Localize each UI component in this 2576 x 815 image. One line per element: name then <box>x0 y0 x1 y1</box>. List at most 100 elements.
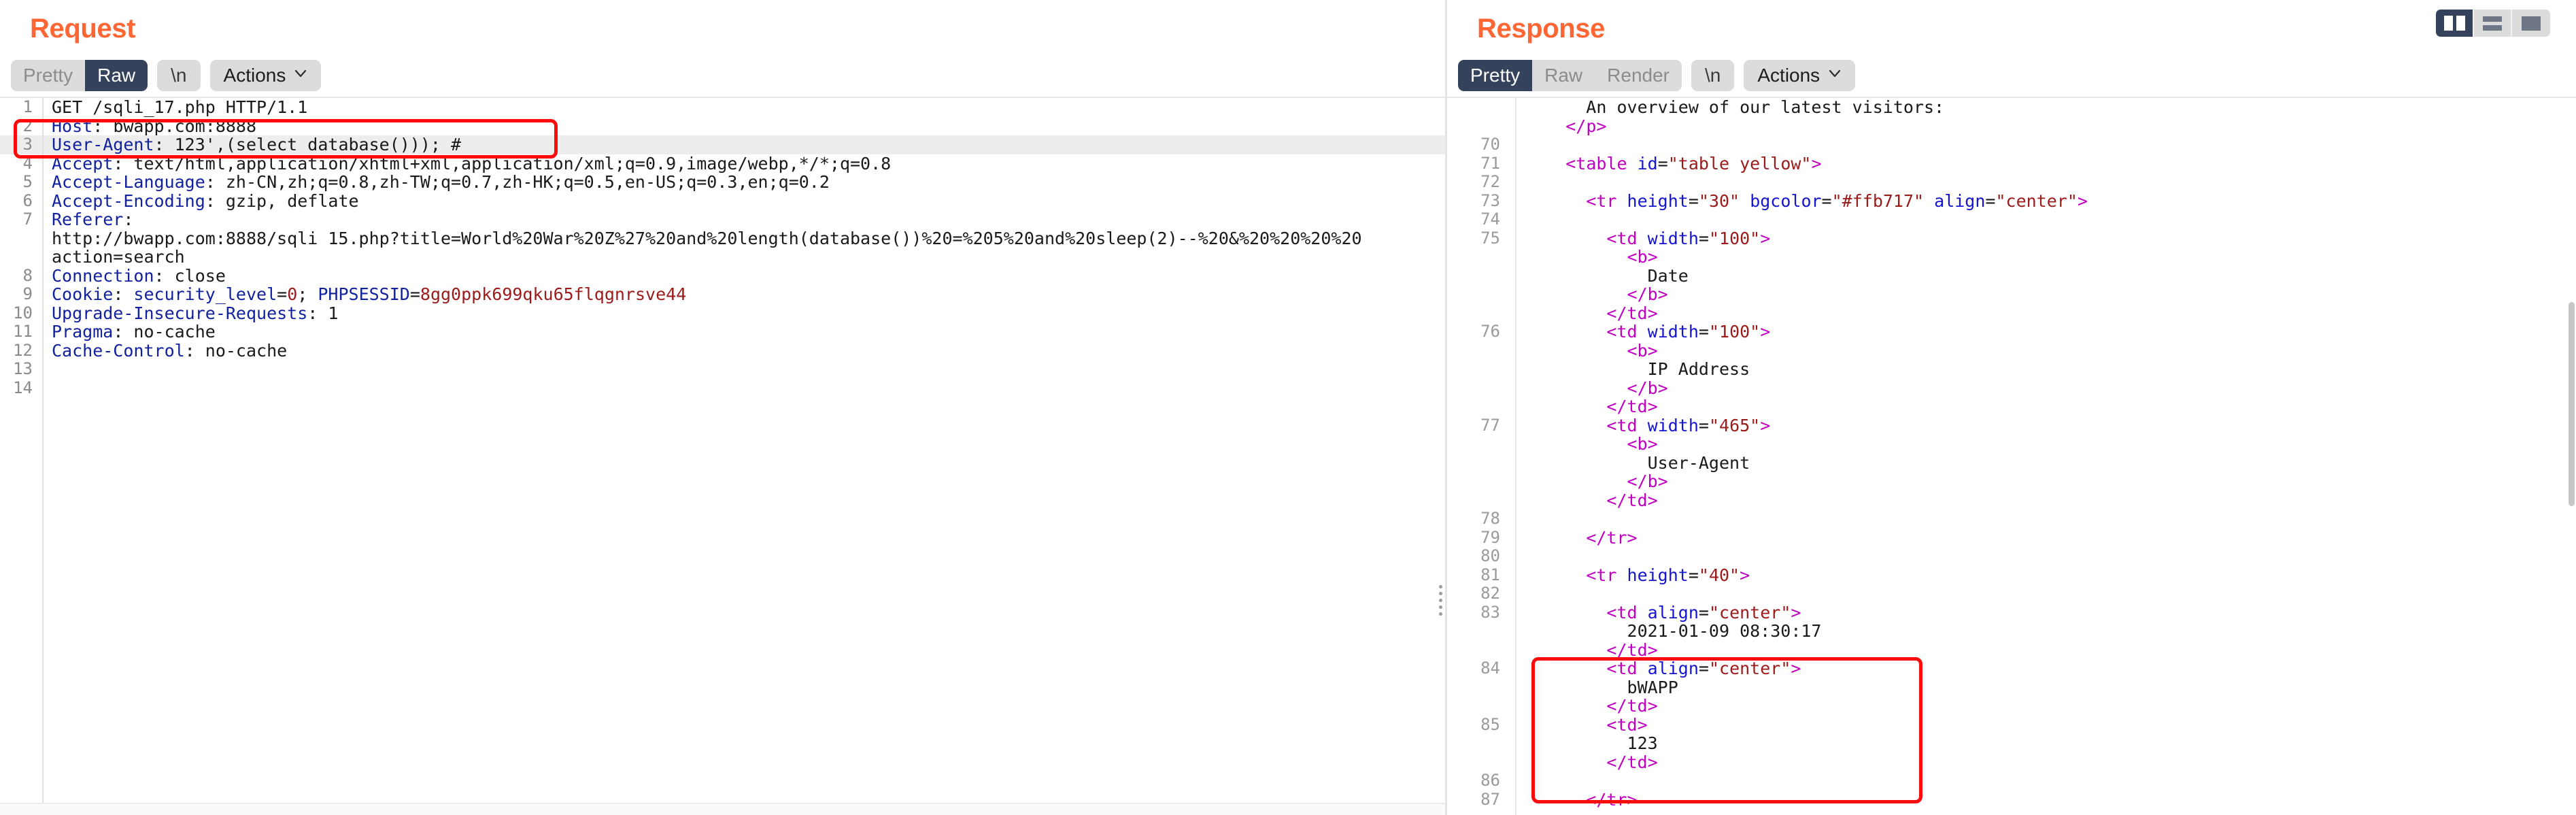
code-line-text: <table id="table_yellow"> <box>1515 154 2576 173</box>
code-line: Date <box>1447 267 2576 286</box>
response-actions-button[interactable]: Actions <box>1744 60 1856 91</box>
code-token: <td <box>1606 659 1648 678</box>
code-line: 8 Connection: close <box>0 266 1445 286</box>
request-actions-button[interactable]: Actions <box>209 60 322 91</box>
response-editor[interactable]: An overview of our latest visitors: </p>… <box>1447 97 2576 815</box>
code-line-text: </td> <box>1515 491 2576 510</box>
code-token: bWAPP <box>1525 678 1678 697</box>
code-line: 73 <tr height="30" bgcolor="#ffb717" ali… <box>1447 191 2576 211</box>
code-token: "100" <box>1708 322 1761 342</box>
code-token: action=search <box>52 248 185 267</box>
response-header: Response <box>1447 0 2576 54</box>
code-token: height <box>1627 191 1689 210</box>
code-token: Accept <box>52 154 114 173</box>
line-number: 13 <box>13 359 33 378</box>
line-number: 84 <box>1480 659 1500 678</box>
code-token: "100" <box>1708 229 1761 248</box>
code-line-text: <td width="465"> <box>1515 416 2576 435</box>
code-line: 74 <box>1447 210 2576 229</box>
response-raw-button[interactable]: Raw <box>1532 60 1595 91</box>
code-line-text: User-Agent: 123',(select database())); # <box>42 135 1445 154</box>
code-token: : zh-CN,zh;q=0.8,zh-TW;q=0.7,zh-HK;q=0.5… <box>205 173 830 192</box>
code-token: </b> <box>1627 378 1668 397</box>
code-token: = <box>1657 154 1668 173</box>
code-token: = <box>1698 603 1709 622</box>
code-token: Pragma <box>52 322 114 342</box>
line-number: 2 <box>22 116 33 135</box>
code-token: : 1 <box>307 303 339 322</box>
code-line: 12 Cache-Control: no-cache <box>0 341 1445 361</box>
code-token: : bwapp.com:8888 <box>92 116 257 135</box>
line-number: 87 <box>1480 789 1500 809</box>
code-token: "center" <box>1995 191 2078 210</box>
code-line-text: </td> <box>1515 753 2576 772</box>
line-number: 82 <box>1480 584 1500 603</box>
code-line: 76 <td width="100"> <box>1447 322 2576 342</box>
code-token: width <box>1647 229 1699 248</box>
code-token: width <box>1647 416 1699 435</box>
code-line-text: </tr> <box>1515 529 2576 548</box>
code-token: http://bwapp.com:8888/sqli_15.php?title=… <box>52 229 1362 248</box>
code-line-text: </p> <box>1515 117 2576 136</box>
line-number: 7 <box>22 210 33 229</box>
code-line: bWAPP <box>1447 678 2576 697</box>
code-token: </td> <box>1606 697 1658 716</box>
code-token: </td> <box>1606 752 1658 771</box>
code-line: 84 <td align="center"> <box>1447 659 2576 678</box>
code-token: User-Agent <box>1525 453 1750 472</box>
code-token: Cache-Control <box>52 341 185 360</box>
code-token: align <box>1647 603 1699 622</box>
code-token: <td <box>1606 603 1648 622</box>
response-pretty-button[interactable]: Pretty <box>1458 60 1533 91</box>
code-token: </td> <box>1606 640 1658 659</box>
line-number: 5 <box>22 172 33 191</box>
response-scrollbar-thumb[interactable] <box>2569 302 2575 506</box>
response-actions-label: Actions <box>1757 65 1820 86</box>
response-newline-button[interactable]: \n <box>1691 60 1735 91</box>
code-line-text: <b> <box>1515 342 2576 361</box>
code-token: <table <box>1565 154 1638 173</box>
code-token: </b> <box>1627 285 1668 304</box>
response-pane: Response Pretty Raw Render \n Actions An… <box>1447 0 2576 815</box>
code-line: 1 GET /sqli_17.php HTTP/1.1 <box>0 98 1445 117</box>
layout-side-by-side-button[interactable] <box>2436 10 2474 37</box>
code-line-text: action=search <box>42 248 1445 267</box>
request-toolbar: Pretty Raw \n Actions <box>0 54 1445 97</box>
code-line: 2 Host: bwapp.com:8888 <box>0 116 1445 136</box>
code-line-text: <td> <box>1515 716 2576 735</box>
code-token: Accept-Language <box>52 173 205 192</box>
response-scrollbar[interactable] <box>2566 98 2576 815</box>
request-newline-button[interactable]: \n <box>157 60 201 91</box>
side-by-side-icon <box>2443 16 2465 31</box>
response-render-button[interactable]: Render <box>1595 60 1682 91</box>
request-title: Request <box>30 14 136 44</box>
response-code-lines: An overview of our latest visitors: </p>… <box>1447 98 2576 809</box>
code-line: 11 Pragma: no-cache <box>0 322 1445 342</box>
pane-resize-handle[interactable] <box>1439 585 1447 616</box>
code-token: align <box>1934 191 1986 210</box>
code-line: </b> <box>1447 285 2576 304</box>
layout-stacked-button[interactable] <box>2474 10 2512 37</box>
code-token: "center" <box>1708 659 1791 678</box>
line-number: 81 <box>1480 565 1500 584</box>
request-editor[interactable]: 1 GET /sqli_17.php HTTP/1.1 2 Host: bwapp.c… <box>0 97 1445 815</box>
code-line: 9 Cookie: security_level=0; PHPSESSID=8gg… <box>0 284 1445 304</box>
code-line-text: </tr> <box>1515 791 2576 810</box>
code-token: Date <box>1525 266 1689 285</box>
code-line-text: IP Address <box>1515 360 2576 379</box>
request-raw-button[interactable]: Raw <box>85 60 148 91</box>
request-pretty-button[interactable]: Pretty <box>11 60 86 91</box>
layout-single-button[interactable] <box>2512 10 2550 37</box>
code-line-text: GET /sqli_17.php HTTP/1.1 <box>42 98 1445 117</box>
code-line: 83 <td align="center"> <box>1447 603 2576 622</box>
code-token: <tr <box>1586 191 1627 210</box>
code-line: 14 <box>0 378 1445 398</box>
code-line: <b> <box>1447 342 2576 361</box>
